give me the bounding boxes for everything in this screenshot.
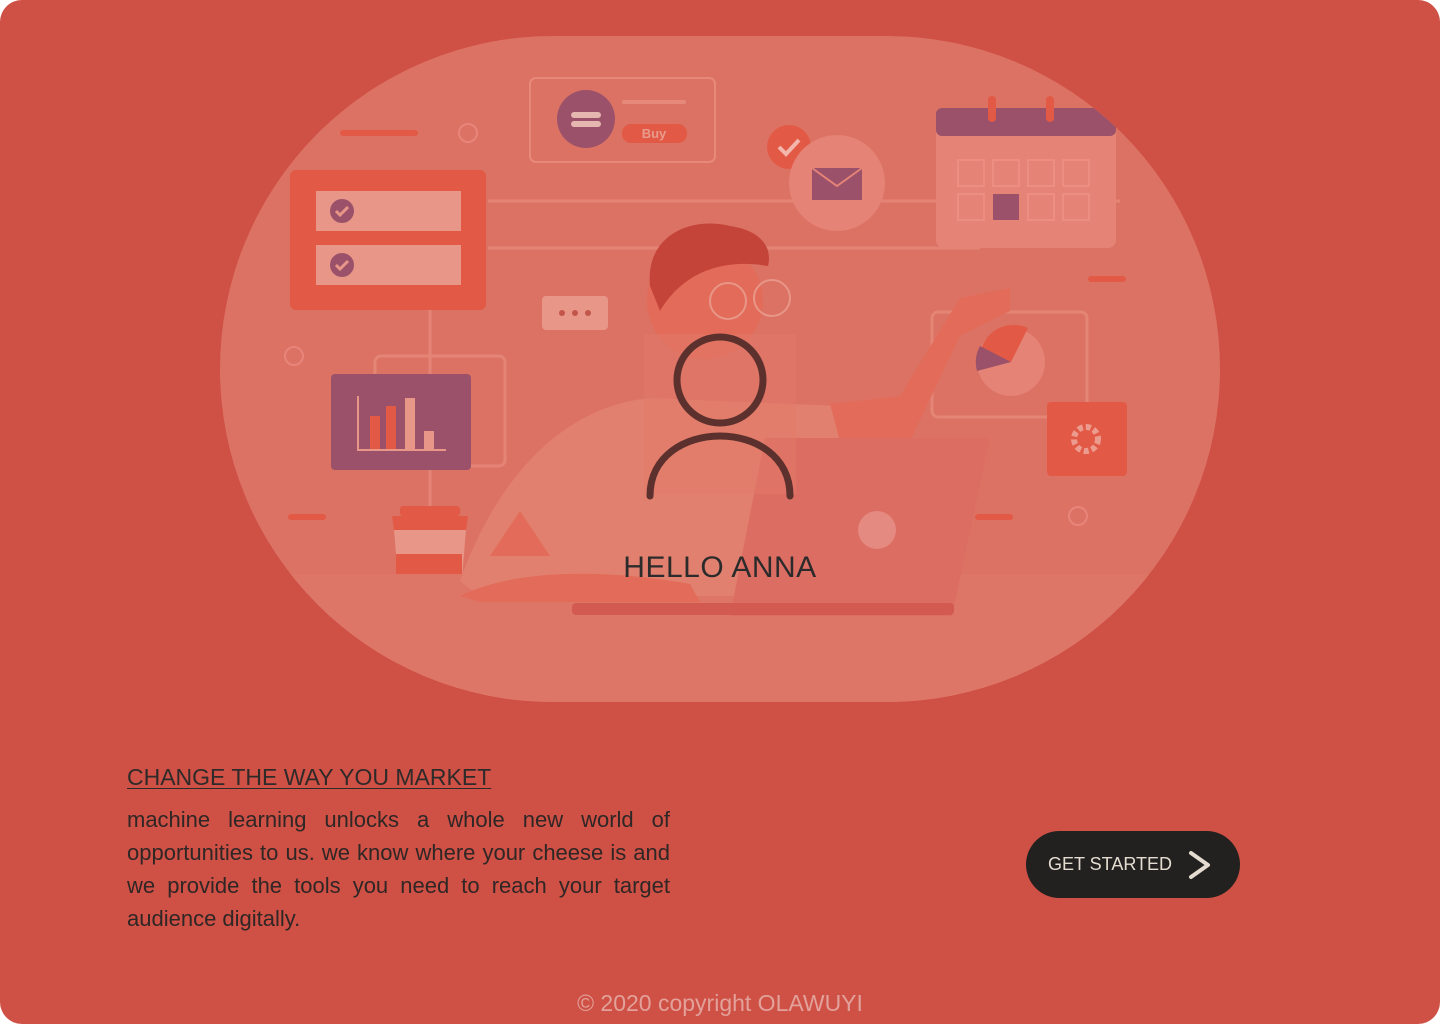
hero-illustration: Buy: [220, 77, 1220, 702]
headline-link[interactable]: CHANGE THE WAY YOU MARKET: [127, 764, 491, 791]
pie-chart-icon: [975, 324, 1045, 396]
mail-icon: [789, 135, 885, 231]
checklist-card: [290, 170, 486, 310]
copyright-footer: © 2020 copyright OLAWUYI: [577, 990, 863, 1016]
get-started-button[interactable]: GET STARTED: [1026, 831, 1240, 898]
gear-icon: [1047, 402, 1127, 476]
svg-text:Buy: Buy: [642, 126, 667, 141]
user-icon: [644, 333, 796, 500]
get-started-label: GET STARTED: [1048, 854, 1173, 874]
hero-illustration-panel: Buy HELLO ANNA: [220, 36, 1220, 702]
chat-bubble-icon: [542, 296, 608, 330]
chevron-right-icon: [1186, 850, 1214, 880]
landing-page: Buy HELLO ANNA CHANGE THE WAY YOU MARKET…: [0, 0, 1440, 1024]
bar-chart-icon: [331, 374, 471, 470]
calendar-icon: [936, 96, 1116, 248]
greeting-text: HELLO ANNA: [623, 551, 817, 584]
burger-icon: Buy: [529, 77, 716, 163]
description-text: machine learning unlocks a whole new wor…: [127, 807, 670, 931]
